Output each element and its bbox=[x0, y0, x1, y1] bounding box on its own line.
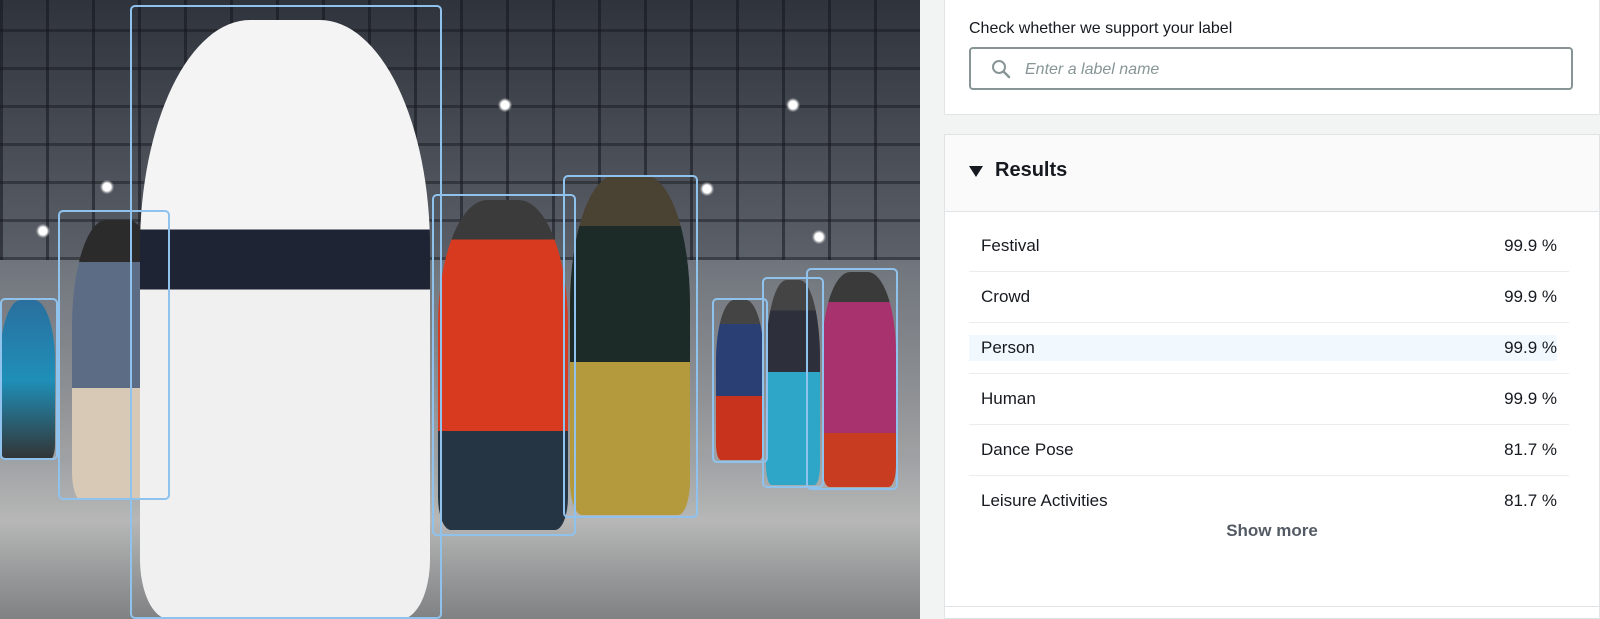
result-confidence: 81.7 % bbox=[1504, 491, 1557, 510]
result-row: Crowd 99.9 % bbox=[969, 272, 1569, 323]
card-divider bbox=[944, 606, 1600, 607]
ceiling-light bbox=[812, 230, 826, 244]
result-row: Leisure Activities 81.7 % bbox=[969, 476, 1569, 527]
result-row: Dance Pose 81.7 % bbox=[969, 425, 1569, 476]
result-row: Festival 99.9 % bbox=[969, 221, 1569, 272]
bounding-box bbox=[563, 175, 698, 518]
ceiling-light bbox=[700, 182, 714, 196]
caret-down-icon[interactable] bbox=[969, 166, 983, 177]
show-more-button[interactable]: Show more bbox=[945, 521, 1599, 541]
bounding-box bbox=[130, 5, 442, 619]
search-input[interactable] bbox=[1023, 49, 1567, 90]
ceiling-light bbox=[498, 98, 512, 112]
label-panel: Check whether we support your label Resu… bbox=[920, 0, 1600, 619]
search-icon bbox=[991, 59, 1011, 79]
result-label: Dance Pose bbox=[981, 440, 1074, 459]
result-confidence: 81.7 % bbox=[1504, 440, 1557, 459]
result-label: Human bbox=[981, 389, 1036, 408]
bounding-box bbox=[0, 298, 58, 460]
result-label: Person bbox=[981, 338, 1035, 357]
ceiling-light bbox=[100, 180, 114, 194]
bounding-box bbox=[712, 298, 768, 463]
detection-image bbox=[0, 0, 920, 619]
search-label: Check whether we support your label bbox=[969, 20, 1233, 37]
label-search-card: Check whether we support your label bbox=[944, 0, 1600, 115]
results-header[interactable]: Results bbox=[945, 135, 1599, 212]
result-confidence: 99.9 % bbox=[1504, 389, 1557, 408]
bounding-box bbox=[432, 194, 576, 536]
result-confidence: 99.9 % bbox=[1504, 338, 1557, 357]
bounding-box bbox=[806, 268, 898, 490]
result-row: Human 99.9 % bbox=[969, 374, 1569, 425]
ceiling-light bbox=[36, 224, 50, 238]
result-label: Crowd bbox=[981, 287, 1031, 306]
result-label: Leisure Activities bbox=[981, 491, 1108, 510]
search-field[interactable] bbox=[969, 47, 1573, 90]
results-title: Results bbox=[995, 159, 1068, 181]
result-label: Festival bbox=[981, 236, 1040, 255]
result-confidence: 99.9 % bbox=[1504, 236, 1557, 255]
results-list: Festival 99.9 % Crowd 99.9 % Person 99.9… bbox=[969, 221, 1569, 527]
ceiling-light bbox=[786, 98, 800, 112]
results-card: Results Festival 99.9 % Crowd 99.9 % Per… bbox=[944, 134, 1600, 619]
result-row: Person 99.9 % bbox=[969, 323, 1569, 374]
result-confidence: 99.9 % bbox=[1504, 287, 1557, 306]
row-highlight bbox=[969, 335, 1557, 361]
